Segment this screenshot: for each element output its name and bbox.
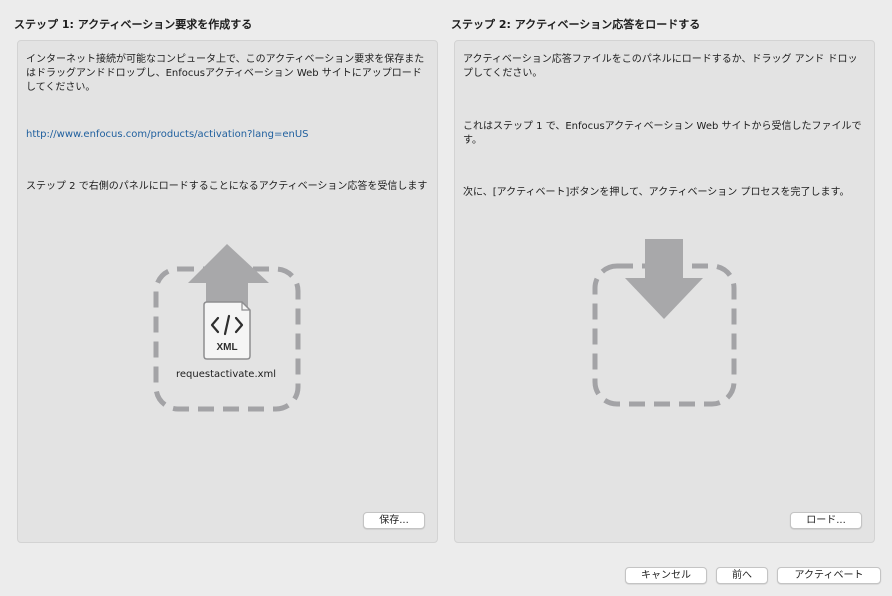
request-file-name: requestactivate.xml [176, 369, 277, 380]
back-button[interactable]: 前へ [716, 567, 768, 584]
response-panel[interactable]: アクティベーション応答ファイルをこのパネルにロードするか、ドラッグ アンド ドロ… [454, 40, 875, 543]
step2-activate-note: 次に、[アクティベート]ボタンを押して、アクティベーション プロセスを完了します… [463, 187, 850, 198]
download-arrow-icon [625, 239, 703, 319]
response-file-drop-area[interactable] [589, 236, 744, 411]
step2-instructions: アクティベーション応答ファイルをこのパネルにロードするか、ドラッグ アンド ドロ… [463, 54, 858, 79]
save-button[interactable]: 保存... [363, 512, 425, 529]
activation-dialog: ステップ 1: アクティベーション要求を作成する インターネット接続が可能なコン… [0, 0, 892, 596]
step1-title: ステップ 1: アクティベーション要求を作成する [14, 18, 253, 31]
xml-file-icon: XML [203, 301, 251, 360]
request-file-drag-area[interactable]: XML [148, 236, 308, 421]
step1-note: ステップ 2 で右側のパネルにロードすることになるアクティベーション応答を受信し… [26, 181, 428, 192]
xml-badge-label: XML [216, 342, 237, 353]
load-button[interactable]: ロード... [790, 512, 862, 529]
activate-button[interactable]: アクティベート [777, 567, 881, 584]
cancel-button[interactable]: キャンセル [625, 567, 707, 584]
step2-file-note: これはステップ 1 で、Enfocusアクティベーション Web サイトから受信… [463, 121, 862, 146]
activation-url-link[interactable]: http://www.enfocus.com/products/activati… [26, 128, 429, 142]
request-panel[interactable]: インターネット接続が可能なコンピュータ上で、このアクティベーション要求を保存また… [17, 40, 438, 543]
upload-arrow-icon [188, 244, 269, 309]
step1-instructions: インターネット接続が可能なコンピュータ上で、このアクティベーション要求を保存また… [26, 54, 425, 93]
step2-title: ステップ 2: アクティベーション応答をロードする [451, 18, 701, 31]
